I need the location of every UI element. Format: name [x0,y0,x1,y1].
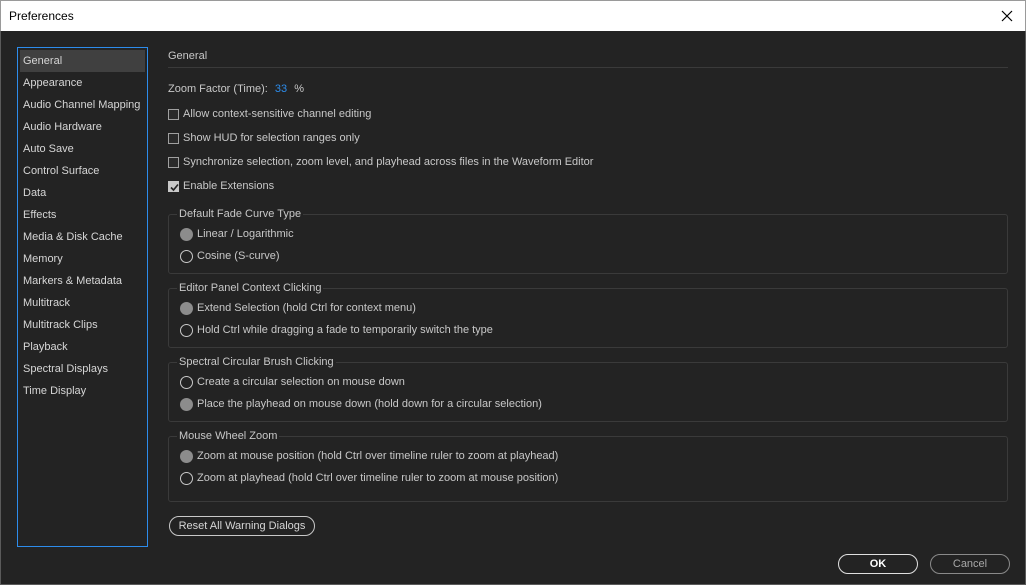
sidebar-item-multitrack-clips[interactable]: Multitrack Clips [18,314,147,336]
radio-zoom-playhead[interactable]: Zoom at playhead (hold Ctrl over timelin… [180,467,996,489]
radio-place-playhead[interactable]: Place the playhead on mouse down (hold d… [180,393,996,415]
group-title: Mouse Wheel Zoom [177,429,280,443]
checkmark-icon [170,183,179,191]
sidebar-item-effects[interactable]: Effects [18,204,147,226]
sidebar-item-multitrack[interactable]: Multitrack [18,292,147,314]
radio-button[interactable] [180,301,193,315]
general-panel: General Zoom Factor (Time): 33 % Allow c… [168,47,1008,502]
sidebar-item-general[interactable]: General [20,50,145,72]
sidebar-item-memory[interactable]: Memory [18,248,147,270]
preferences-dialog: General Appearance Audio Channel Mapping… [0,31,1026,585]
radio-button[interactable] [180,227,193,241]
sidebar-item-playback[interactable]: Playback [18,336,147,358]
radio-button[interactable] [180,375,193,389]
radio-label: Extend Selection (hold Ctrl for context … [197,302,416,314]
checkbox-show-hud[interactable]: Show HUD for selection ranges only [168,126,1008,150]
checkbox-label: Enable Extensions [183,180,275,192]
group-title: Default Fade Curve Type [177,207,304,221]
group-title: Editor Panel Context Clicking [177,281,324,295]
radio-zoom-mouse[interactable]: Zoom at mouse position (hold Ctrl over t… [180,445,996,467]
radio-linear-log[interactable]: Linear / Logarithmic [180,223,996,245]
radio-label: Place the playhead on mouse down (hold d… [197,398,542,410]
group-title: Spectral Circular Brush Clicking [177,355,336,369]
group-mouse-wheel-zoom: Mouse Wheel Zoom Zoom at mouse position … [168,429,1008,502]
radio-button[interactable] [180,449,193,463]
radio-label: Create a circular selection on mouse dow… [197,376,405,388]
zoom-factor-value[interactable]: 33 [275,83,287,95]
radio-label: Zoom at mouse position (hold Ctrl over t… [197,450,559,462]
ok-button[interactable]: OK [838,554,918,574]
sidebar-item-data[interactable]: Data [18,182,147,204]
radio-button[interactable] [180,249,193,263]
radio-cosine[interactable]: Cosine (S-curve) [180,245,996,267]
title-bar: Preferences [0,0,1026,31]
radio-label: Linear / Logarithmic [197,228,294,240]
checkbox-context-sensitive[interactable]: Allow context-sensitive channel editing [168,102,1008,126]
radio-circular-selection[interactable]: Create a circular selection on mouse dow… [180,371,996,393]
cancel-button[interactable]: Cancel [930,554,1010,574]
checkbox-box[interactable] [168,180,179,192]
section-divider [168,67,1008,68]
sidebar-item-media-disk-cache[interactable]: Media & Disk Cache [18,226,147,248]
close-icon [1001,10,1013,22]
sidebar-item-markers-metadata[interactable]: Markers & Metadata [18,270,147,292]
radio-button[interactable] [180,471,193,485]
checkbox-box[interactable] [168,156,179,168]
radio-label: Zoom at playhead (hold Ctrl over timelin… [197,472,559,484]
category-list: General Appearance Audio Channel Mapping… [17,47,148,547]
checkbox-box[interactable] [168,132,179,144]
zoom-factor-row: Zoom Factor (Time): 33 % [168,80,1008,102]
checkbox-box[interactable] [168,108,179,120]
close-button[interactable] [989,1,1025,31]
sidebar-item-spectral-displays[interactable]: Spectral Displays [18,358,147,380]
sidebar-item-time-display[interactable]: Time Display [18,380,147,402]
radio-button[interactable] [180,397,193,411]
checkbox-enable-extensions[interactable]: Enable Extensions [168,174,1008,198]
zoom-factor-label: Zoom Factor (Time): [168,83,268,95]
radio-extend-selection[interactable]: Extend Selection (hold Ctrl for context … [180,297,996,319]
radio-label: Cosine (S-curve) [197,250,280,262]
checkbox-label: Synchronize selection, zoom level, and p… [183,156,594,168]
sidebar-item-control-surface[interactable]: Control Surface [18,160,147,182]
sidebar-item-audio-hardware[interactable]: Audio Hardware [18,116,147,138]
checkbox-synchronize[interactable]: Synchronize selection, zoom level, and p… [168,150,1008,174]
sidebar-item-appearance[interactable]: Appearance [18,72,147,94]
reset-warning-dialogs-button[interactable]: Reset All Warning Dialogs [169,516,315,536]
section-title: General [168,50,208,62]
sidebar-item-auto-save[interactable]: Auto Save [18,138,147,160]
radio-label: Hold Ctrl while dragging a fade to tempo… [197,324,493,336]
checkbox-label: Show HUD for selection ranges only [183,132,360,144]
sidebar-item-audio-channel-mapping[interactable]: Audio Channel Mapping [18,94,147,116]
checkbox-label: Allow context-sensitive channel editing [183,108,372,120]
group-editor-panel-context: Editor Panel Context Clicking Extend Sel… [168,281,1008,348]
window-title: Preferences [9,9,74,23]
group-default-fade-curve: Default Fade Curve Type Linear / Logarit… [168,207,1008,274]
group-spectral-brush: Spectral Circular Brush Clicking Create … [168,355,1008,422]
radio-hold-ctrl-fade[interactable]: Hold Ctrl while dragging a fade to tempo… [180,319,996,341]
zoom-factor-unit: % [294,83,304,95]
radio-button[interactable] [180,323,193,337]
